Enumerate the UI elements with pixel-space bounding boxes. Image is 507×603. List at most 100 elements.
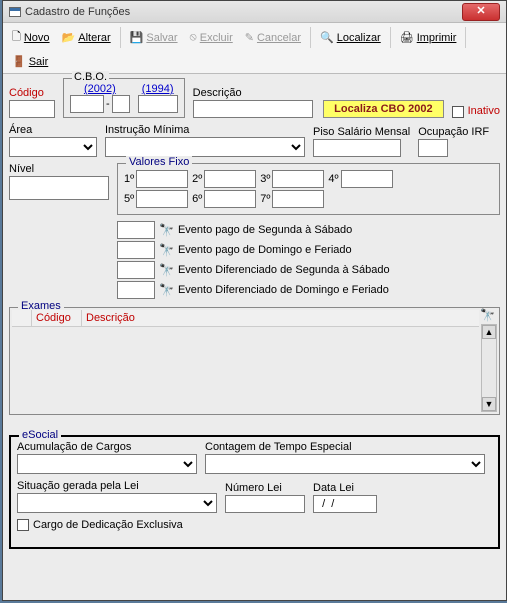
valores-title: Valores Fixo — [126, 156, 192, 168]
data-lei-label: Data Lei — [313, 482, 377, 494]
salvar-label: Salvar — [146, 32, 177, 44]
imprimir-button[interactable]: 🖨 Imprimir — [395, 25, 462, 50]
localizar-label: Localizar — [337, 32, 381, 44]
nivel-label: Nível — [9, 163, 109, 175]
contagem-label: Contagem de Tempo Especial — [205, 441, 492, 453]
ocupacao-label: Ocupação IRF — [418, 126, 489, 138]
area-select[interactable] — [9, 137, 97, 157]
instrucao-select[interactable] — [105, 137, 305, 157]
inativo-label: Inativo — [468, 105, 500, 117]
window-title: Cadastro de Funções — [25, 6, 130, 18]
novo-label: Novo — [24, 32, 50, 44]
evento-1-label: Evento pago de Segunda à Sábado — [178, 224, 352, 236]
cbo-2002-link[interactable]: (2002) — [84, 83, 116, 95]
vf-6-input[interactable] — [204, 190, 256, 208]
evento-1-code[interactable] — [117, 221, 155, 239]
vf-4-label: 4º — [328, 173, 338, 185]
vf-6-label: 6º — [192, 193, 202, 205]
vf-3-input[interactable] — [272, 170, 324, 188]
new-icon: 🗋 — [12, 28, 21, 47]
cbo-sep: - — [106, 98, 110, 110]
cancelar-button[interactable]: ✎ Cancelar — [240, 25, 306, 50]
evento-3-label: Evento Diferenciado de Segunda à Sábado — [178, 264, 390, 276]
binoculars-icon[interactable]: 🔭 — [159, 263, 174, 277]
numero-lei-input[interactable] — [225, 495, 305, 513]
search-icon: 🔍 — [320, 31, 334, 44]
esocial-group: eSocial Acumulação de Cargos Contagem de… — [9, 435, 500, 549]
imprimir-label: Imprimir — [417, 32, 457, 44]
cancelar-label: Cancelar — [257, 32, 301, 44]
data-lei-input[interactable] — [313, 495, 377, 513]
binoculars-icon[interactable]: 🔭 — [480, 308, 495, 322]
exames-col-desc: Descrição — [82, 310, 479, 326]
cbo-2002-input-a[interactable] — [70, 95, 104, 113]
cancel-icon: ✎ — [245, 31, 254, 44]
vf-4-input[interactable] — [341, 170, 393, 188]
binoculars-icon[interactable]: 🔭 — [159, 223, 174, 237]
numero-lei-label: Número Lei — [225, 482, 305, 494]
descricao-label: Descrição — [193, 87, 315, 99]
window-close-button[interactable]: ✕ — [462, 3, 500, 21]
app-window: Cadastro de Funções ✕ 🗋 Novo 📂 Alterar 💾… — [2, 0, 507, 601]
piso-label: Piso Salário Mensal — [313, 126, 410, 138]
situacao-select[interactable] — [17, 493, 217, 513]
cbo-2002-input-b[interactable] — [112, 95, 130, 113]
checkbox-icon — [17, 519, 29, 531]
evento-2-label: Evento pago de Domingo e Feriado — [178, 244, 352, 256]
instrucao-label: Instrução Mínima — [105, 124, 305, 136]
vf-7-label: 7º — [260, 193, 270, 205]
checkbox-icon — [452, 106, 464, 118]
vf-7-input[interactable] — [272, 190, 324, 208]
cbo-group: C.B.O. (2002) - (1994) — [63, 78, 185, 118]
cbo-1994-input[interactable] — [138, 95, 178, 113]
evento-4-code[interactable] — [117, 281, 155, 299]
alterar-button[interactable]: 📂 Alterar — [57, 25, 116, 50]
sair-label: Sair — [29, 56, 49, 68]
open-icon: 📂 — [62, 31, 76, 44]
delete-icon: ⦸ — [190, 31, 197, 44]
vf-5-label: 5º — [124, 193, 134, 205]
contagem-select[interactable] — [205, 454, 485, 474]
vf-2-label: 2º — [192, 173, 202, 185]
vf-1-input[interactable] — [136, 170, 188, 188]
ocupacao-input[interactable] — [418, 139, 448, 157]
exames-group: Exames 🔭 Código Descrição ▲ ▼ — [9, 307, 500, 415]
evento-row-1: 🔭 Evento pago de Segunda à Sábado — [117, 221, 500, 239]
piso-input[interactable] — [313, 139, 401, 157]
localiza-cbo-button[interactable]: Localiza CBO 2002 — [323, 100, 443, 118]
acumulacao-select[interactable] — [17, 454, 197, 474]
scroll-up-icon[interactable]: ▲ — [482, 325, 496, 339]
sair-button[interactable]: 🚪 Sair — [7, 52, 53, 71]
cbo-1994-link[interactable]: (1994) — [142, 83, 174, 95]
novo-button[interactable]: 🗋 Novo — [7, 25, 55, 50]
nivel-input[interactable] — [9, 176, 109, 200]
scroll-down-icon[interactable]: ▼ — [482, 397, 496, 411]
print-icon: 🖨 — [400, 31, 414, 44]
evento-row-4: 🔭 Evento Diferenciado de Domingo e Feria… — [117, 281, 500, 299]
vf-2-input[interactable] — [204, 170, 256, 188]
localizar-button[interactable]: 🔍 Localizar — [315, 25, 386, 50]
descricao-input[interactable] — [193, 100, 313, 118]
evento-4-label: Evento Diferenciado de Domingo e Feriado — [178, 284, 389, 296]
vf-5-input[interactable] — [136, 190, 188, 208]
situacao-label: Situação gerada pela Lei — [17, 480, 217, 492]
evento-2-code[interactable] — [117, 241, 155, 259]
vf-3-label: 3º — [260, 173, 270, 185]
cbo-title: C.B.O. — [72, 71, 109, 83]
window-icon — [9, 7, 21, 17]
evento-3-code[interactable] — [117, 261, 155, 279]
evento-row-2: 🔭 Evento pago de Domingo e Feriado — [117, 241, 500, 259]
salvar-button[interactable]: 💾 Salvar — [125, 25, 183, 50]
exames-scrollbar[interactable]: ▲ ▼ — [481, 324, 497, 412]
binoculars-icon[interactable]: 🔭 — [159, 283, 174, 297]
toolbar: 🗋 Novo 📂 Alterar 💾 Salvar ⦸ Excluir ✎ Ca… — [3, 23, 506, 74]
evento-row-3: 🔭 Evento Diferenciado de Segunda à Sábad… — [117, 261, 500, 279]
codigo-input[interactable] — [9, 100, 55, 118]
valores-fixo-group: Valores Fixo 1º 2º 3º 4º 5º 6º 7º — [117, 163, 500, 215]
binoculars-icon[interactable]: 🔭 — [159, 243, 174, 257]
form-body: Código C.B.O. (2002) - (1994) — [3, 74, 506, 553]
inativo-checkbox[interactable]: Inativo — [452, 105, 500, 118]
excluir-button[interactable]: ⦸ Excluir — [185, 25, 238, 50]
save-icon: 💾 — [130, 31, 144, 44]
cargo-dedicacao-checkbox[interactable]: Cargo de Dedicação Exclusiva — [17, 519, 183, 531]
